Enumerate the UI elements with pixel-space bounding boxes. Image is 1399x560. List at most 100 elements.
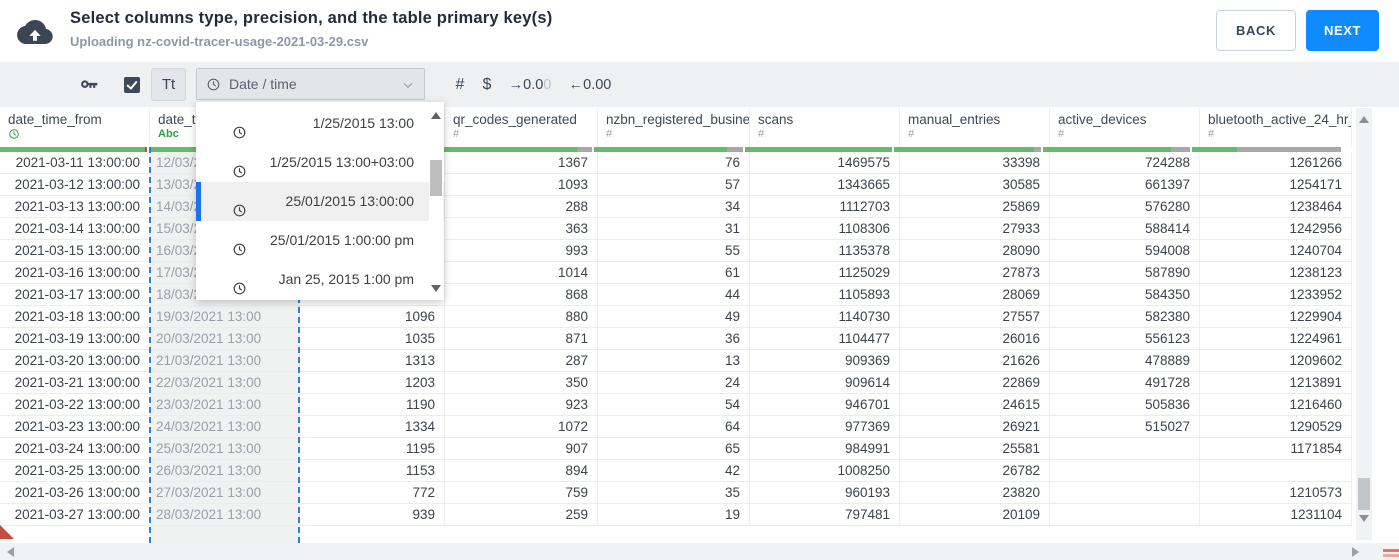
table-cell[interactable]: 25869 (900, 196, 1050, 218)
table-cell[interactable]: 909369 (750, 350, 900, 372)
table-cell[interactable]: 984991 (750, 438, 900, 460)
table-cell[interactable]: 55 (598, 240, 750, 262)
table-cell[interactable]: 28069 (900, 284, 1050, 306)
table-cell[interactable] (1050, 460, 1200, 482)
primary-key-icon[interactable] (74, 62, 104, 107)
table-cell[interactable]: 26782 (900, 460, 1050, 482)
table-cell[interactable]: 1104477 (750, 328, 900, 350)
table-cell[interactable]: 2021-03-24 13:00:00 (0, 438, 150, 460)
table-cell[interactable]: 576280 (1050, 196, 1200, 218)
next-button[interactable]: NEXT (1306, 10, 1379, 51)
table-cell[interactable]: 1229904 (1200, 306, 1352, 328)
table-cell[interactable]: 23820 (900, 482, 1050, 504)
table-cell[interactable]: 49 (598, 306, 750, 328)
table-cell[interactable]: 26016 (900, 328, 1050, 350)
table-cell[interactable]: 661397 (1050, 174, 1200, 196)
table-cell[interactable]: 556123 (1050, 328, 1200, 350)
table-cell[interactable] (1050, 482, 1200, 504)
table-cell[interactable]: 1290529 (1200, 416, 1352, 438)
table-cell[interactable]: 939 (300, 504, 445, 526)
table-cell[interactable]: 27933 (900, 218, 1050, 240)
column-header[interactable]: nzbn_registered_busine # (598, 108, 750, 147)
table-cell[interactable]: 2021-03-14 13:00:00 (0, 218, 150, 240)
table-cell[interactable]: 20/03/2021 13:00 (150, 328, 300, 350)
table-cell[interactable]: 2021-03-12 13:00:00 (0, 174, 150, 196)
table-cell[interactable]: 1313 (300, 350, 445, 372)
table-cell[interactable]: 259 (445, 504, 598, 526)
table-cell[interactable]: 923 (445, 394, 598, 416)
table-cell[interactable]: 288 (445, 196, 598, 218)
column-header[interactable]: manual_entries # (900, 108, 1050, 147)
table-cell[interactable]: 19 (598, 504, 750, 526)
table-cell[interactable]: 2021-03-11 13:00:00 (0, 152, 150, 174)
column-header[interactable]: bluetooth_active_24_hr_ # (1200, 108, 1352, 147)
table-cell[interactable]: 25/03/2021 13:00 (150, 438, 300, 460)
table-cell[interactable]: 880 (445, 306, 598, 328)
currency-type-button[interactable]: $ (476, 62, 498, 107)
table-cell[interactable]: 20109 (900, 504, 1050, 526)
dropdown-option[interactable]: Jan 25, 2015 1:00 pm (196, 260, 444, 299)
table-cell[interactable]: 27873 (900, 262, 1050, 284)
table-cell[interactable]: 1367 (445, 152, 598, 174)
table-cell[interactable]: 1190 (300, 394, 445, 416)
table-cell[interactable]: 594008 (1050, 240, 1200, 262)
number-type-button[interactable]: # (449, 62, 471, 107)
column-header[interactable]: scans # (750, 108, 900, 147)
table-cell[interactable]: 2021-03-15 13:00:00 (0, 240, 150, 262)
table-cell[interactable]: 24 (598, 372, 750, 394)
table-cell[interactable]: 1254171 (1200, 174, 1352, 196)
table-cell[interactable]: 1108306 (750, 218, 900, 240)
table-cell[interactable]: 724288 (1050, 152, 1200, 174)
table-cell[interactable]: 759 (445, 482, 598, 504)
table-cell[interactable]: 2021-03-25 13:00:00 (0, 460, 150, 482)
table-cell[interactable]: 26921 (900, 416, 1050, 438)
dropdown-scrollbar-thumb[interactable] (430, 160, 442, 196)
table-cell[interactable] (1050, 504, 1200, 526)
table-cell[interactable]: 515027 (1050, 416, 1200, 438)
table-cell[interactable]: 1469575 (750, 152, 900, 174)
table-cell[interactable]: 61 (598, 262, 750, 284)
table-cell[interactable]: 2021-03-26 13:00:00 (0, 482, 150, 504)
table-cell[interactable]: 25581 (900, 438, 1050, 460)
column-header[interactable]: date_time_from (0, 108, 150, 147)
table-cell[interactable]: 28090 (900, 240, 1050, 262)
table-cell[interactable]: 27/03/2021 13:00 (150, 482, 300, 504)
table-cell[interactable]: 23/03/2021 13:00 (150, 394, 300, 416)
table-cell[interactable]: 31 (598, 218, 750, 240)
table-cell[interactable]: 19/03/2021 13:00 (150, 306, 300, 328)
table-cell[interactable]: 1125029 (750, 262, 900, 284)
table-cell[interactable]: 1224961 (1200, 328, 1352, 350)
table-cell[interactable]: 21626 (900, 350, 1050, 372)
table-cell[interactable]: 1072 (445, 416, 598, 438)
table-cell[interactable]: 2021-03-19 13:00:00 (0, 328, 150, 350)
table-cell[interactable]: 33398 (900, 152, 1050, 174)
table-cell[interactable]: 1153 (300, 460, 445, 482)
dropdown-option[interactable]: 1/25/2015 13:00 (196, 104, 444, 143)
table-cell[interactable]: 13 (598, 350, 750, 372)
table-cell[interactable]: 287 (445, 350, 598, 372)
table-cell[interactable]: 907 (445, 438, 598, 460)
table-cell[interactable]: 2021-03-13 13:00:00 (0, 196, 150, 218)
scroll-up-arrow-icon[interactable] (1359, 116, 1369, 123)
table-cell[interactable]: 1210573 (1200, 482, 1352, 504)
table-cell[interactable]: 1233952 (1200, 284, 1352, 306)
table-cell[interactable]: 1135378 (750, 240, 900, 262)
table-cell[interactable]: 35 (598, 482, 750, 504)
table-cell[interactable]: 54 (598, 394, 750, 416)
table-cell[interactable]: 22/03/2021 13:00 (150, 372, 300, 394)
table-cell[interactable]: 57 (598, 174, 750, 196)
column-header[interactable]: active_devices # (1050, 108, 1200, 147)
table-cell[interactable]: 64 (598, 416, 750, 438)
table-cell[interactable]: 26/03/2021 13:00 (150, 460, 300, 482)
table-cell[interactable]: 1203 (300, 372, 445, 394)
scroll-down-arrow-icon[interactable] (1359, 515, 1369, 522)
table-cell[interactable]: 65 (598, 438, 750, 460)
table-cell[interactable]: 1240704 (1200, 240, 1352, 262)
dropdown-option[interactable]: 25/01/2015 1:00:00 pm (196, 221, 444, 260)
dropdown-option[interactable]: 1/25/2015 13:00+03:00 (196, 143, 444, 182)
scroll-down-arrow-icon[interactable] (431, 285, 441, 292)
table-cell[interactable]: 21/03/2021 13:00 (150, 350, 300, 372)
table-cell[interactable]: 44 (598, 284, 750, 306)
boolean-type-checkbox[interactable] (122, 62, 142, 107)
table-cell[interactable]: 27557 (900, 306, 1050, 328)
